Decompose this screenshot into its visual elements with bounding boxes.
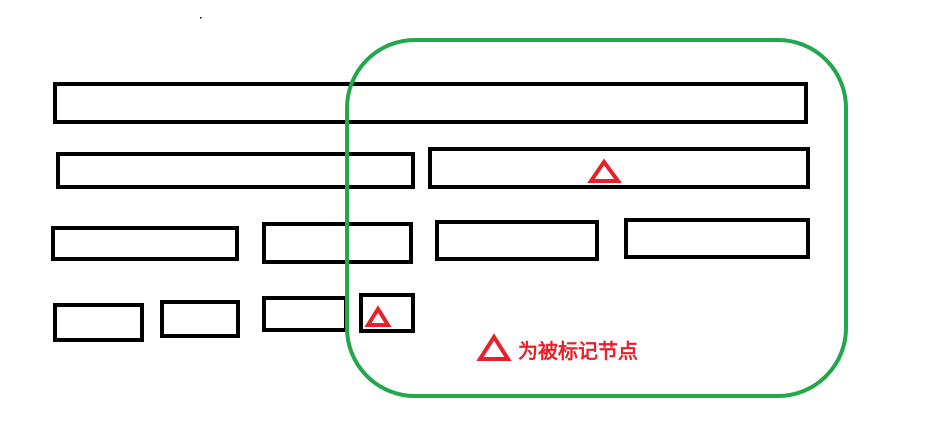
- triangle-outline-icon: [587, 158, 622, 183]
- legend-triangle-icon: [476, 333, 512, 361]
- node-l4-1: [53, 303, 144, 342]
- node-l3-1: [51, 226, 239, 261]
- tree-diagram: 为被标记节点: [51, 17, 848, 398]
- node-l2-1: [56, 152, 415, 189]
- node-l4-3: [262, 296, 348, 332]
- triangle-outline-icon: [364, 305, 392, 327]
- legend-label: 为被标记节点: [518, 339, 638, 363]
- stray-dot: [200, 17, 202, 19]
- node-root: [53, 82, 808, 124]
- node-l3-2: [262, 222, 413, 264]
- node-l3-3: [435, 220, 599, 261]
- diagram-canvas: 为被标记节点: [0, 0, 951, 437]
- node-l3-4: [624, 218, 810, 259]
- node-l4-2: [160, 300, 240, 338]
